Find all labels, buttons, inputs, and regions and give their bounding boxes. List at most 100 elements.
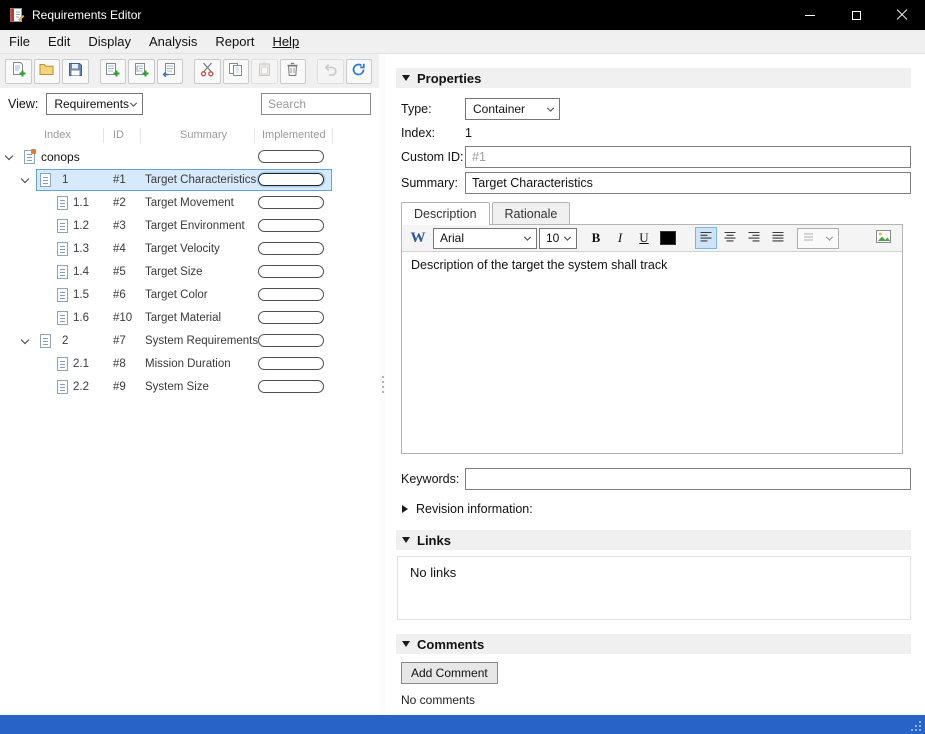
delete-button[interactable]	[280, 59, 307, 84]
chevron-down-icon	[524, 234, 531, 241]
open-in-word-button[interactable]: W	[407, 227, 429, 249]
expand-chevron-icon[interactable]	[21, 336, 29, 344]
cut-button[interactable]	[194, 59, 221, 84]
promote-requirement-button[interactable]	[157, 59, 184, 84]
save-button[interactable]	[62, 59, 89, 84]
chevron-down-icon	[130, 100, 137, 107]
cell-summary: Target Size	[145, 266, 203, 278]
tree-column-header: Index ID Summary Implemented	[0, 124, 379, 146]
type-dropdown[interactable]: Container	[465, 98, 560, 120]
titlebar: Requirements Editor	[0, 0, 925, 30]
italic-icon: I	[618, 230, 622, 246]
new-requirement-set-icon	[10, 61, 27, 81]
pane-splitter[interactable]	[379, 54, 386, 715]
custom-id-input[interactable]	[465, 146, 911, 168]
tree-row-2.1[interactable]: 2.1#8Mission Duration	[0, 353, 379, 376]
no-links-text: No links	[410, 565, 456, 580]
column-separator	[332, 128, 333, 143]
tree-row-1.2[interactable]: 1.2#3Target Environment	[0, 215, 379, 238]
menu-edit[interactable]: Edit	[39, 31, 79, 52]
links-section-header[interactable]: Links	[396, 530, 911, 550]
cell-index: 1.4	[73, 266, 89, 278]
tree-row-1.3[interactable]: 1.3#4Target Velocity	[0, 238, 379, 261]
tree-row-conops[interactable]: conops	[0, 146, 379, 169]
font-family-dropdown[interactable]: Arial	[433, 228, 537, 249]
add-child-requirement-button[interactable]	[128, 59, 155, 84]
bold-button[interactable]: B	[585, 227, 607, 249]
description-editor[interactable]: Description of the target the system sha…	[402, 252, 902, 453]
italic-button[interactable]: I	[609, 227, 631, 249]
chevron-down-icon	[547, 105, 554, 112]
search-input[interactable]	[261, 93, 371, 115]
menu-analysis[interactable]: Analysis	[140, 31, 206, 52]
align-left-button[interactable]	[695, 227, 717, 249]
cut-scissors-icon	[199, 61, 216, 81]
view-dropdown[interactable]: Requirements	[46, 93, 143, 115]
add-requirement-button[interactable]	[100, 59, 127, 84]
align-left-icon	[698, 229, 714, 248]
rich-text-toolbar: W Arial 10 B I U	[402, 225, 902, 252]
resize-grip[interactable]	[910, 720, 922, 732]
paste-button[interactable]	[251, 59, 278, 84]
tree-row-2.2[interactable]: 2.2#9System Size	[0, 376, 379, 399]
tree-row-1.4[interactable]: 1.4#5Target Size	[0, 261, 379, 284]
copy-button[interactable]	[223, 59, 250, 84]
close-button[interactable]	[879, 0, 925, 30]
column-implemented[interactable]: Implemented	[262, 129, 326, 141]
implemented-pill	[258, 380, 324, 393]
column-summary[interactable]: Summary	[180, 129, 227, 141]
left-pane: View: Requirements Index ID Summary Impl…	[0, 54, 379, 715]
cell-id: #9	[113, 381, 126, 393]
underline-button[interactable]: U	[633, 227, 655, 249]
undo-arrow-icon	[322, 61, 339, 81]
tab-rationale[interactable]: Rationale	[492, 202, 571, 224]
properties-section-header[interactable]: Properties	[396, 68, 911, 88]
line-spacing-icon	[803, 230, 815, 247]
align-justify-button[interactable]	[767, 227, 789, 249]
menu-help[interactable]: Help	[263, 31, 308, 52]
open-button[interactable]	[34, 59, 61, 84]
trash-icon	[284, 61, 301, 81]
align-right-button[interactable]	[743, 227, 765, 249]
requirements-tree-rows: conops1#1Target Characteristics1.1#2Targ…	[0, 146, 379, 399]
new-requirement-set-button[interactable]	[5, 59, 32, 84]
cell-id: #6	[113, 289, 126, 301]
column-index[interactable]: Index	[44, 129, 71, 141]
align-justify-icon	[770, 229, 786, 248]
font-size-dropdown[interactable]: 10	[539, 228, 577, 249]
minimize-button[interactable]	[787, 0, 833, 30]
open-folder-icon	[38, 61, 55, 81]
window-controls	[787, 0, 925, 30]
cell-id: #10	[113, 312, 132, 324]
cell-summary: Target Movement	[145, 197, 234, 209]
expand-triangle-icon	[402, 505, 408, 513]
menu-display[interactable]: Display	[79, 31, 140, 52]
line-spacing-dropdown[interactable]	[797, 228, 839, 249]
column-id[interactable]: ID	[113, 129, 124, 141]
keywords-input[interactable]	[465, 468, 911, 490]
tree-row-1.5[interactable]: 1.5#6Target Color	[0, 284, 379, 307]
tree-row-1[interactable]: 1#1Target Characteristics	[0, 169, 379, 192]
implemented-pill	[258, 288, 324, 301]
expand-chevron-icon[interactable]	[21, 175, 29, 183]
menu-file[interactable]: File	[0, 31, 39, 52]
menu-report[interactable]: Report	[206, 31, 263, 52]
tab-description[interactable]: Description	[401, 202, 490, 225]
comments-section-header[interactable]: Comments	[396, 634, 911, 654]
align-center-button[interactable]	[719, 227, 741, 249]
insert-image-button[interactable]	[872, 227, 895, 249]
font-color-button[interactable]	[657, 227, 679, 249]
tree-row-1.1[interactable]: 1.1#2Target Movement	[0, 192, 379, 215]
links-section-title: Links	[417, 533, 451, 548]
column-separator	[103, 128, 104, 143]
cell-index: 2.2	[73, 381, 89, 393]
maximize-button[interactable]	[833, 0, 879, 30]
add-comment-button[interactable]: Add Comment	[401, 662, 498, 684]
undo-button[interactable]	[317, 59, 344, 84]
redo-button[interactable]	[346, 59, 373, 84]
revision-information-toggle[interactable]: Revision information:	[402, 502, 911, 516]
tree-row-1.6[interactable]: 1.6#10Target Material	[0, 307, 379, 330]
summary-input[interactable]	[465, 172, 911, 194]
tree-row-2[interactable]: 2#7System Requirements	[0, 330, 379, 353]
expand-chevron-icon[interactable]	[5, 152, 13, 160]
